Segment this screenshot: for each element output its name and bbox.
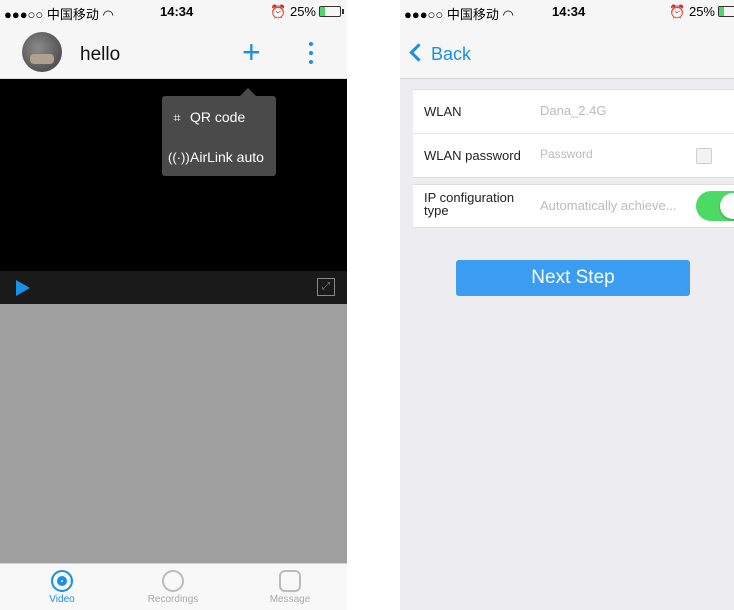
back-button[interactable]: Back (409, 43, 471, 65)
battery-status: ⏰ 25% (669, 4, 734, 20)
top-bar: ●●●○○ 中国移动 ◠ 14:34 ⏰ 25% hello + (0, 0, 347, 79)
airlink-icon: ((·)) (168, 150, 190, 165)
password-label: WLAN password (424, 148, 521, 163)
wlan-ssid-field[interactable]: Dana_2.4G (540, 103, 607, 118)
tab-video[interactable]: Video (22, 566, 102, 605)
wlan-label: WLAN (424, 104, 462, 119)
battery-icon (718, 6, 734, 17)
password-field[interactable]: Password (540, 147, 593, 161)
qr-code-icon: ⌗ (173, 110, 181, 125)
status-bar: ●●●○○ 中国移动 ◠ 14:34 ⏰ 25% (400, 0, 734, 24)
more-menu-icon[interactable] (308, 42, 314, 64)
camera-icon (51, 570, 73, 592)
ip-config-label: IP configuration type (424, 190, 515, 218)
nav-bar: ●●●○○ 中国移动 ◠ 14:34 ⏰ 25% Back (400, 0, 734, 79)
menu-item-airlink-auto[interactable]: ((·))AirLink auto (168, 142, 264, 172)
clock: 14:34 (160, 4, 194, 19)
next-step-button[interactable]: Next Step (456, 260, 690, 296)
chat-bubble-icon (279, 570, 301, 592)
wifi-icon: ◠ (102, 7, 114, 22)
film-reel-icon (162, 570, 184, 592)
status-bar: ●●●○○ 中国移动 ◠ 14:34 ⏰ 25% (0, 0, 347, 24)
carrier-label: ●●●○○ 中国移动 ◠ (404, 7, 514, 22)
ip-config-value: Automatically achieve... (540, 198, 677, 213)
menu-item-qr-code[interactable]: ⌗ QR code (168, 102, 245, 132)
tab-message[interactable]: Message (250, 566, 330, 605)
fullscreen-icon[interactable]: ⤢ (317, 278, 335, 296)
ip-config-row[interactable]: IP configuration type Automatically achi… (413, 185, 734, 227)
battery-status: ⏰ 25% (270, 4, 344, 20)
right-screen: ●●●○○ 中国移动 ◠ 14:34 ⏰ 25% Back WLAN Dana_… (400, 0, 734, 610)
add-dropdown-menu: ⌗ QR code ((·))AirLink auto (162, 88, 276, 176)
alarm-icon: ⏰ (270, 4, 287, 19)
player-controls: ⤢ (0, 271, 347, 304)
wifi-icon: ◠ (502, 7, 514, 22)
password-row[interactable]: WLAN password Password (413, 134, 734, 177)
add-device-button[interactable]: + (242, 36, 261, 68)
battery-icon (319, 6, 344, 17)
tab-recordings[interactable]: Recordings (133, 566, 213, 605)
left-screen: ●●●○○ 中国移动 ◠ 14:34 ⏰ 25% hello + ⤢ ⌗ QR c… (0, 0, 347, 610)
ip-auto-toggle[interactable] (696, 191, 734, 221)
tab-bar: Video Recordings Message (0, 563, 347, 610)
show-password-checkbox[interactable] (696, 148, 712, 164)
wlan-settings-group: WLAN Dana_2.4G WLAN password Password (413, 89, 734, 178)
wlan-row[interactable]: WLAN Dana_2.4G (413, 90, 734, 134)
avatar[interactable] (22, 32, 62, 72)
device-name: hello (80, 44, 121, 65)
play-icon[interactable] (16, 280, 30, 296)
clock: 14:34 (552, 4, 586, 19)
ip-settings-group: IP configuration type Automatically achi… (413, 184, 734, 228)
alarm-icon: ⏰ (669, 4, 686, 19)
carrier-label: ●●●○○ 中国移动 ◠ (4, 7, 114, 22)
chevron-left-icon (409, 43, 428, 62)
